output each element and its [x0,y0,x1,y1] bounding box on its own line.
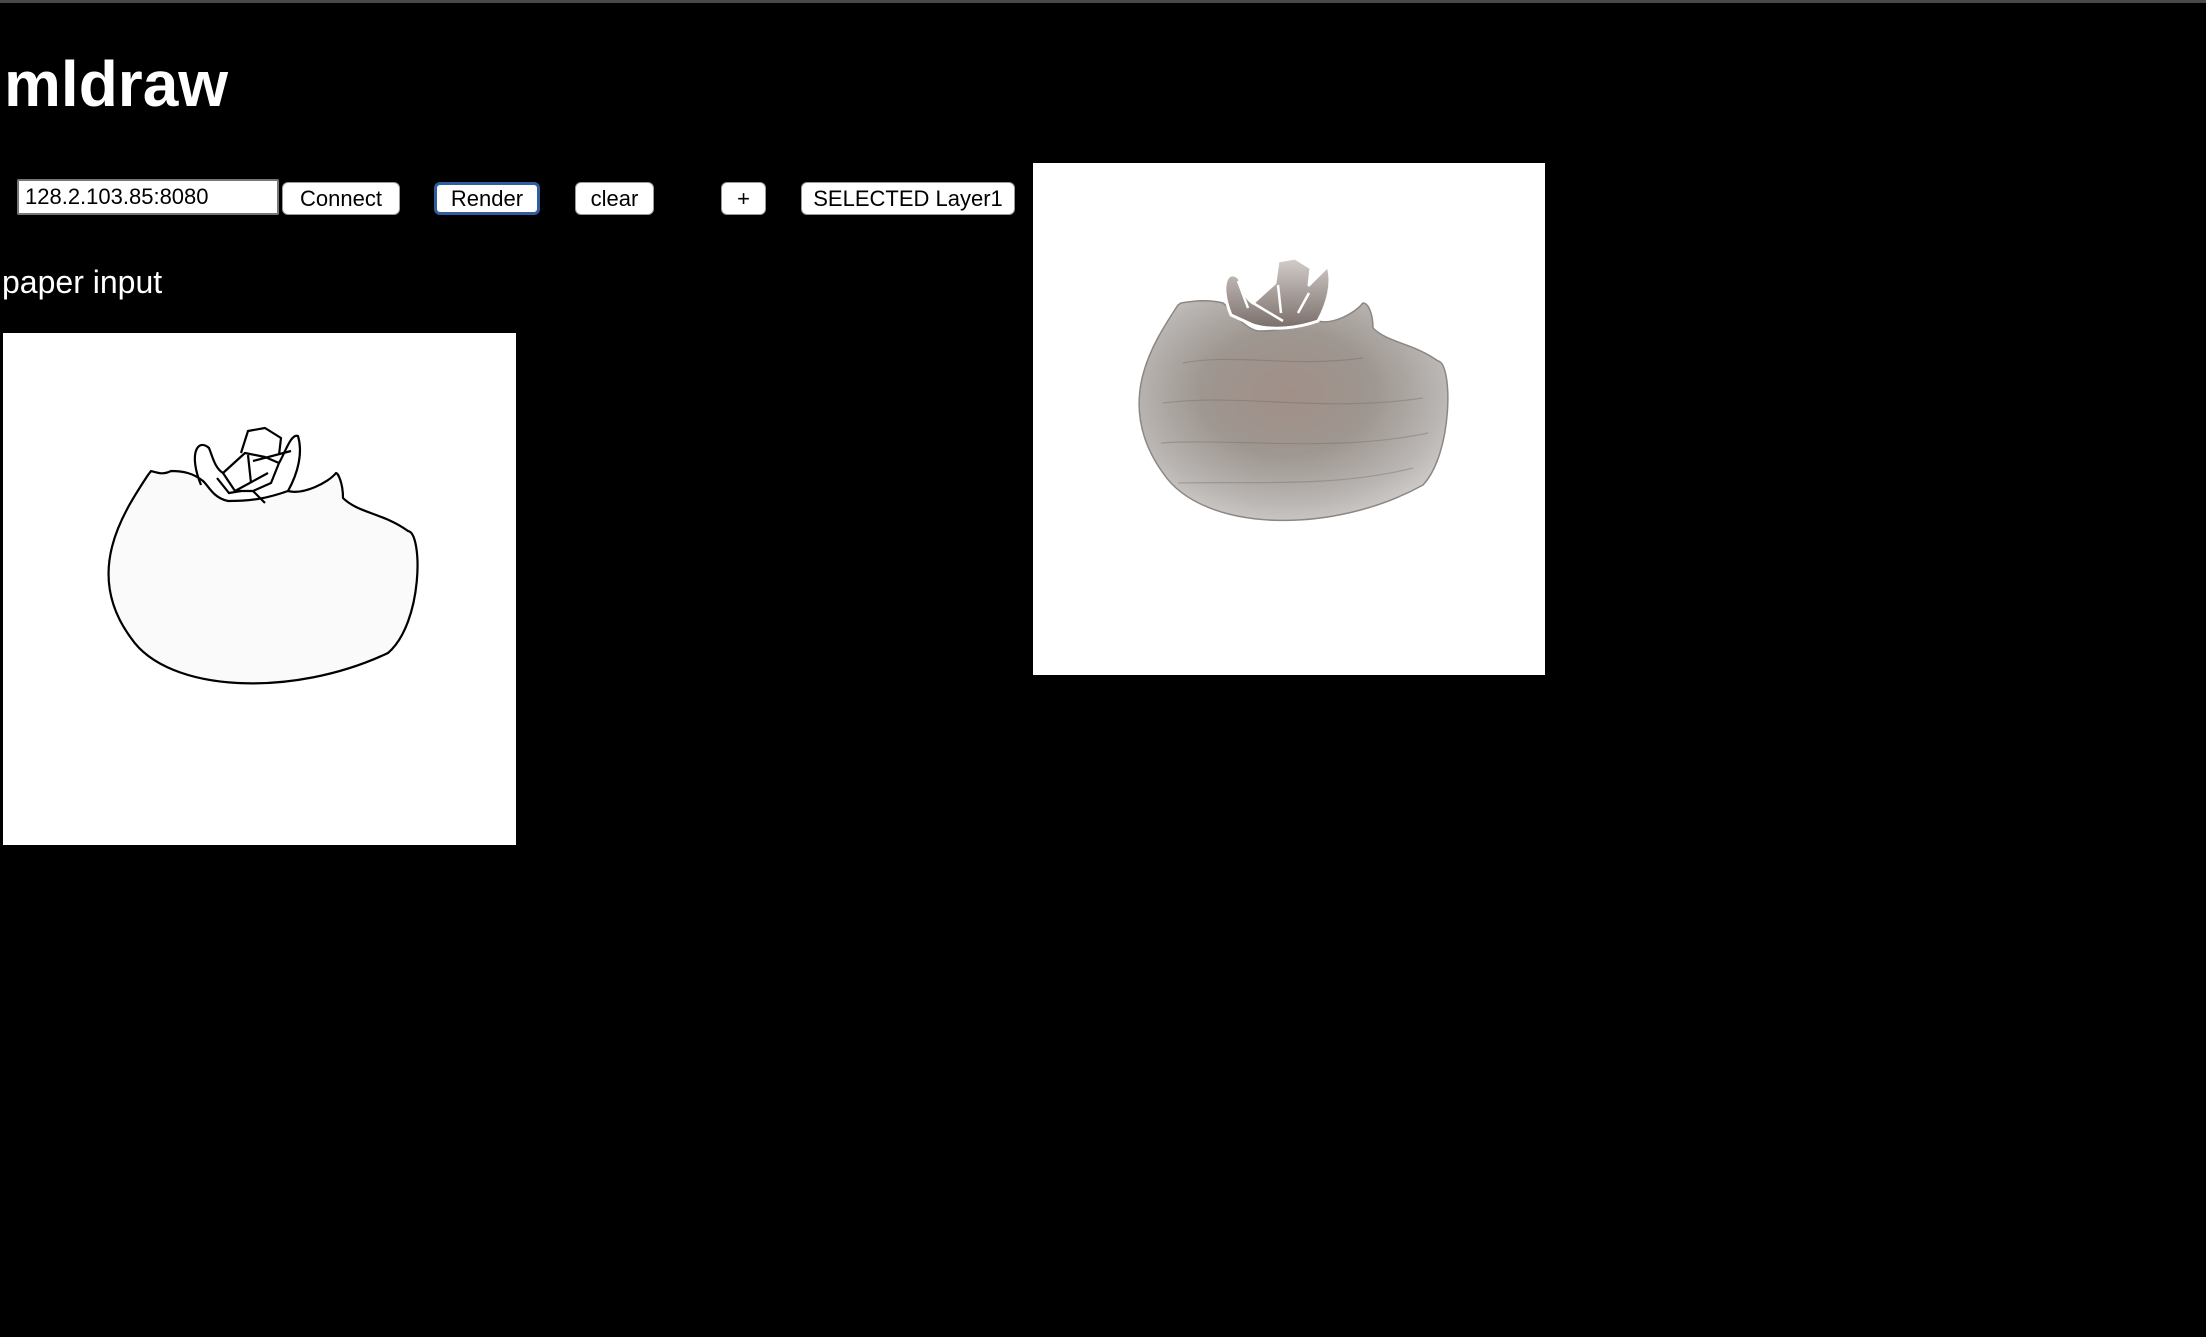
paper-input-canvas[interactable] [3,333,516,845]
fruit-sketch-icon [107,426,419,685]
clear-button[interactable]: clear [575,182,654,215]
server-address-input[interactable] [17,179,279,215]
add-layer-button[interactable]: + [721,182,766,215]
connect-button[interactable]: Connect [282,182,400,215]
paper-input-label: paper input [2,264,163,300]
render-button[interactable]: Render [434,182,540,215]
window-top-border [0,0,2206,3]
rendered-fruit-image [1138,256,1449,522]
render-output-image [1033,163,1545,675]
layer-select-button[interactable]: SELECTED Layer1 [801,182,1015,215]
app-title: mldraw [4,48,229,120]
